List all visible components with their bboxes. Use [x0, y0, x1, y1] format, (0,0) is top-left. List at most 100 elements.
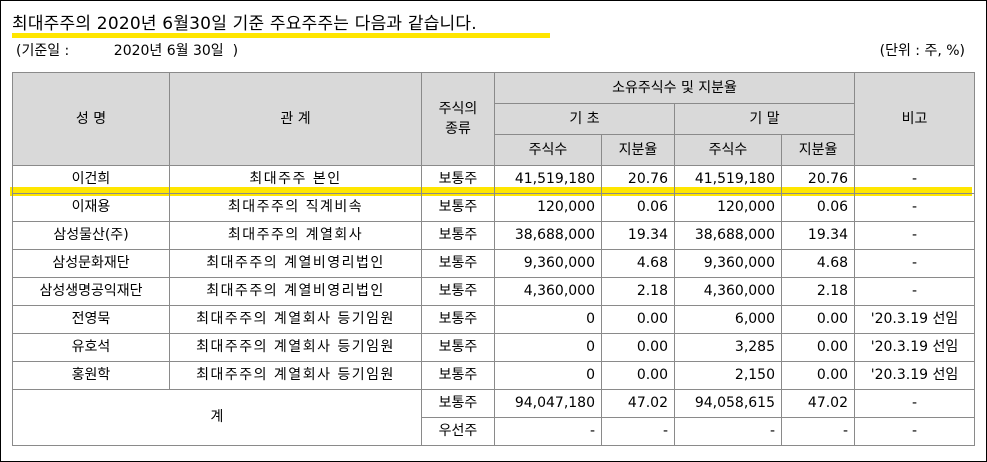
- cell-relation: 최대주주의 계열비영리법인: [169, 249, 422, 278]
- cell-end-ratio: 4.68: [780, 249, 856, 278]
- cell-begin-ratio: 47.02: [601, 389, 675, 418]
- cell-end-ratio: 19.34: [780, 221, 856, 250]
- base-date-label: (기준일 :: [16, 43, 70, 59]
- cell-end-shares: 3,285: [674, 333, 782, 362]
- cell-relation: 최대주주의 계열회사 등기임원: [169, 361, 422, 390]
- cell-end-ratio: 47.02: [780, 389, 856, 418]
- cell-begin-ratio: 0.00: [601, 361, 675, 390]
- cell-begin-shares: 94,047,180: [494, 389, 602, 418]
- cell-end-ratio: 0.00: [780, 333, 856, 362]
- header-stock-kind-text: 주식의 종류: [438, 101, 478, 137]
- cell-end-shares: -: [674, 417, 782, 446]
- table-row: 삼성문화재단 최대주주의 계열비영리법인 보통주 9,360,000 4.68 9,360…: [12, 249, 976, 278]
- header-end-ratio: 지분율: [780, 134, 856, 166]
- cell-begin-shares: 41,519,180: [494, 165, 602, 194]
- cell-begin-ratio: -: [601, 417, 675, 446]
- base-date-value: 2020년 6월 30일 ): [113, 43, 239, 59]
- major-shareholders-table: 성 명 관 계 주식의 종류 소유주식수 및 지분율 비고 기 초 기 말 주식…: [12, 72, 976, 446]
- table-row: 유호석 최대주주의 계열회사 등기임원 보통주 0 0.00 3,285 0.00'20.3…: [12, 333, 976, 362]
- cell-begin-ratio: 0.06: [601, 193, 675, 222]
- cell-name: 전영묵: [12, 305, 170, 334]
- cell-begin-ratio: 0.00: [601, 305, 675, 334]
- cell-kind: 보통주: [421, 193, 495, 222]
- cell-end-shares: 38,688,000: [674, 221, 782, 250]
- cell-name: 이재용: [12, 193, 170, 222]
- cell-note: -: [854, 221, 976, 250]
- table-row: 삼성물산(주) 최대주주의 계열회사 보통주 38,688,000 19.34 38,68…: [12, 221, 976, 250]
- cell-begin-shares: 38,688,000: [494, 221, 602, 250]
- cell-begin-shares: 4,360,000: [494, 277, 602, 306]
- cell-end-ratio: 20.76: [780, 165, 856, 194]
- header-note: 비고: [854, 72, 976, 166]
- cell-begin-ratio: 0.00: [601, 333, 675, 362]
- cell-end-ratio: 2.18: [780, 277, 856, 306]
- header-end-shares: 주식수: [674, 134, 782, 166]
- cell-end-ratio: 0.00: [780, 305, 856, 334]
- header-name: 성 명: [12, 72, 170, 166]
- table-row: 홍원학 최대주주의 계열회사 등기임원 보통주 0 0.00 2,150 0.00'20.3…: [12, 361, 976, 390]
- cell-name: 이건희: [12, 165, 170, 194]
- table-row: 이재용 최대주주의 직계비속 보통주 120,000 0.06 120,000 0.06-: [12, 193, 976, 222]
- cell-name: 삼성생명공익재단: [12, 277, 170, 306]
- cell-note: -: [854, 165, 976, 194]
- header-stock-kind: 주식의 종류: [421, 72, 495, 166]
- header-begin-shares: 주식수: [494, 134, 602, 166]
- cell-name: 삼성문화재단: [12, 249, 170, 278]
- cell-begin-shares: 120,000: [494, 193, 602, 222]
- cell-name: 삼성물산(주): [12, 221, 170, 250]
- cell-end-ratio: -: [780, 417, 856, 446]
- cell-begin-shares: 0: [494, 305, 602, 334]
- total-row: 계 보통주 94,047,180 47.02 94,058,615 47.02-: [12, 389, 976, 446]
- cell-note: -: [854, 277, 976, 306]
- cell-relation: 최대주주의 직계비속: [169, 193, 422, 222]
- cell-relation: 최대주주의 계열회사 등기임원: [169, 333, 422, 362]
- cell-relation: 최대주주의 계열비영리법인: [169, 277, 422, 306]
- cell-note: '20.3.19 선임: [854, 333, 976, 362]
- cell-note: -: [854, 389, 976, 418]
- cell-end-ratio: 0.00: [780, 361, 856, 390]
- cell-total-label: 계: [12, 389, 422, 446]
- cell-note: -: [854, 249, 976, 278]
- cell-kind: 보통주: [421, 389, 495, 418]
- cell-end-shares: 9,360,000: [674, 249, 782, 278]
- cell-kind: 보통주: [421, 221, 495, 250]
- header-ending: 기 말: [673, 103, 856, 135]
- cell-kind: 우선주: [421, 417, 495, 446]
- cell-kind: 보통주: [421, 249, 495, 278]
- cell-begin-shares: 0: [494, 333, 602, 362]
- header-relation: 관 계: [169, 72, 422, 166]
- cell-kind: 보통주: [421, 361, 495, 390]
- cell-note: '20.3.19 선임: [854, 361, 976, 390]
- table-row: 이건희 최대주주 본인 보통주 41,519,180 20.76 41,519,180 20…: [12, 165, 976, 194]
- header-holdings: 소유주식수 및 지분율: [493, 72, 856, 104]
- cell-begin-shares: 0: [494, 361, 602, 390]
- base-date: (기준일 : 2020년 6월 30일 ): [16, 40, 238, 60]
- cell-end-shares: 41,519,180: [674, 165, 782, 194]
- cell-kind: 보통주: [421, 333, 495, 362]
- cell-begin-ratio: 4.68: [601, 249, 675, 278]
- cell-kind: 보통주: [421, 277, 495, 306]
- cell-end-shares: 2,150: [674, 361, 782, 390]
- cell-begin-shares: 9,360,000: [494, 249, 602, 278]
- cell-note: -: [854, 417, 976, 446]
- cell-begin-ratio: 20.76: [601, 165, 675, 194]
- table-body: 성 명 관 계 주식의 종류 소유주식수 및 지분율 비고 기 초 기 말 주식…: [12, 72, 976, 446]
- table-row: 전영묵 최대주주의 계열회사 등기임원 보통주 0 0.00 6,000 0.00'20.3…: [12, 305, 976, 334]
- cell-begin-shares: -: [494, 417, 602, 446]
- cell-begin-ratio: 19.34: [601, 221, 675, 250]
- header-beginning: 기 초: [494, 103, 675, 135]
- cell-end-shares: 4,360,000: [674, 277, 782, 306]
- cell-kind: 보통주: [421, 165, 495, 194]
- cell-note: -: [854, 193, 976, 222]
- cell-name: 홍원학: [12, 361, 170, 390]
- header-begin-ratio: 지분율: [601, 134, 675, 166]
- page-title: 최대주주의 2020년 6월30일 기준 주요주주는 다음과 같습니다.: [12, 14, 477, 34]
- cell-end-shares: 94,058,615: [674, 389, 782, 418]
- cell-kind: 보통주: [421, 305, 495, 334]
- cell-relation: 최대주주의 계열회사 등기임원: [169, 305, 422, 334]
- unit-label: (단위 : 주, %): [879, 43, 965, 59]
- table-row: 삼성생명공익재단 최대주주의 계열비영리법인 보통주 4,360,000 2.18 4,3…: [12, 277, 976, 306]
- cell-relation: 최대주주 본인: [169, 165, 422, 194]
- cell-begin-ratio: 2.18: [601, 277, 675, 306]
- cell-end-ratio: 0.06: [780, 193, 856, 222]
